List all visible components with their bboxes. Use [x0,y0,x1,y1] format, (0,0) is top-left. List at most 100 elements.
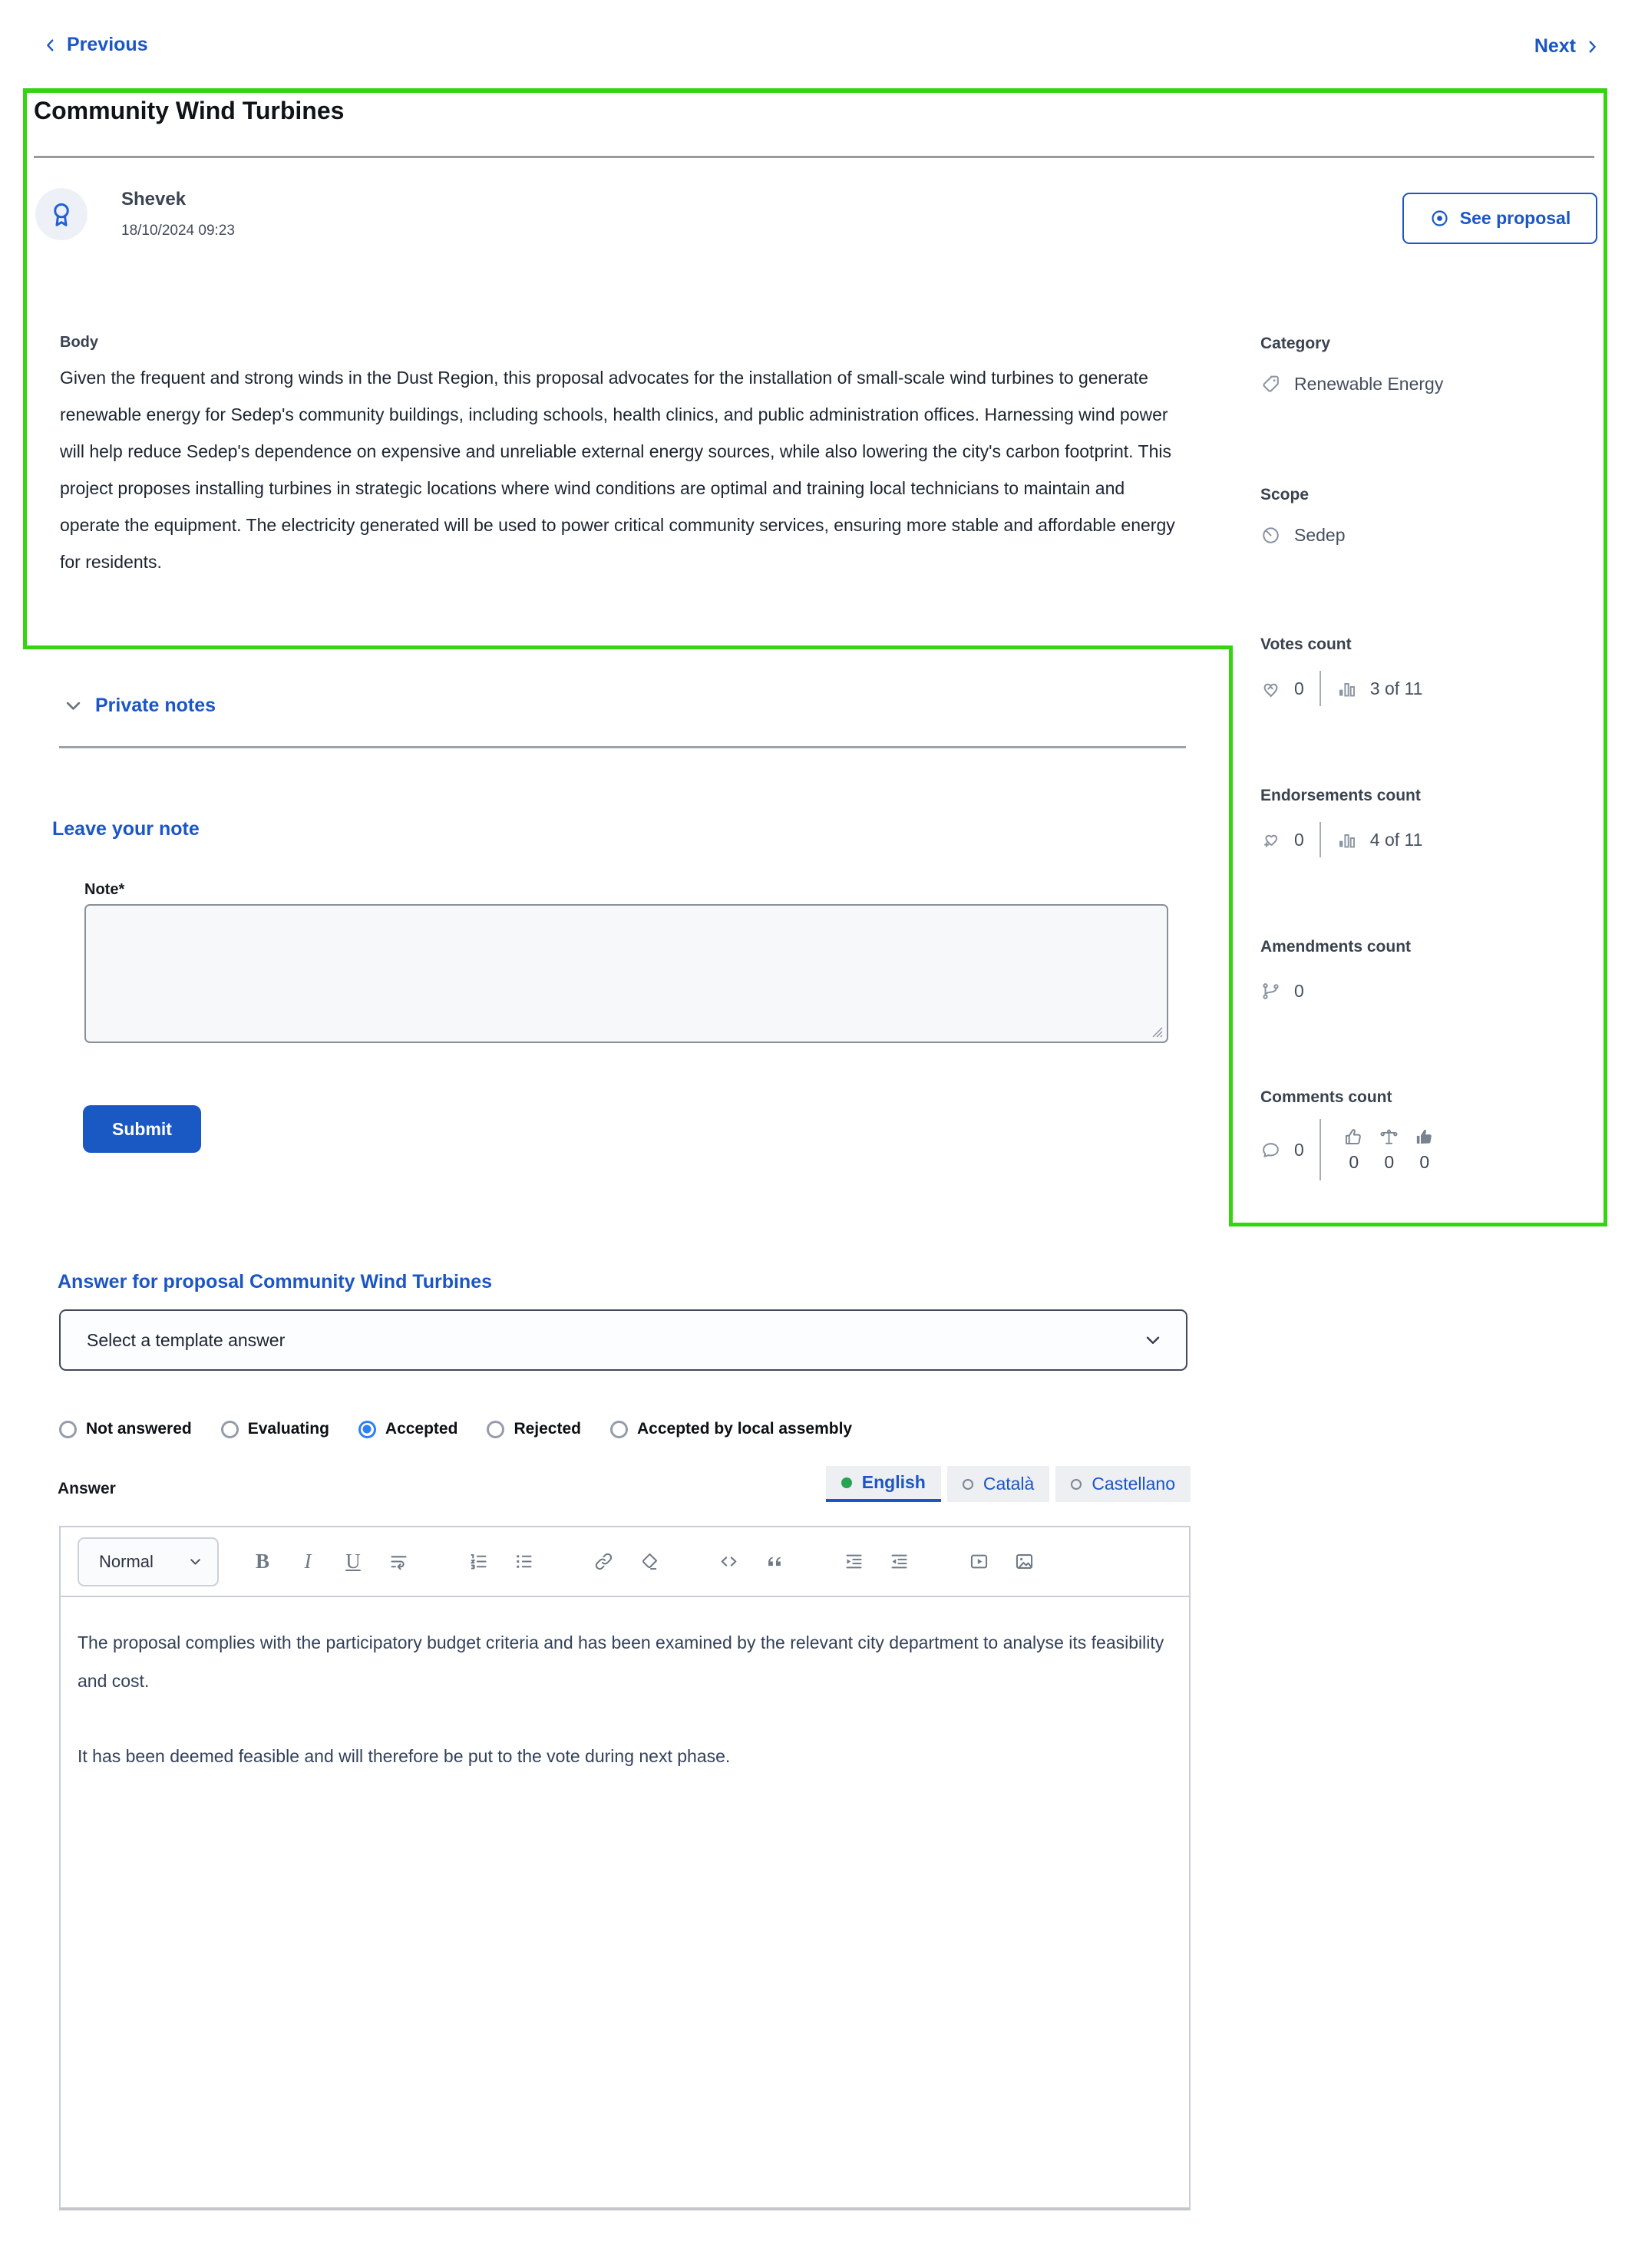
code-icon[interactable] [717,1550,740,1574]
scope-icon [1263,527,1279,543]
italic-icon[interactable]: I [296,1550,319,1574]
answer-field-label: Answer [58,1480,116,1497]
underline-icon[interactable]: U [342,1550,365,1574]
language-empty-dot [1071,1478,1082,1490]
radio-circle[interactable] [59,1420,77,1438]
comments-against-count: 0 [1419,1152,1430,1172]
comments-in-favor-stat: 0 [1336,1127,1372,1173]
header-divider [34,156,1594,158]
note-field-label: Note* [84,881,125,898]
ordered-list-icon[interactable] [467,1550,490,1574]
language-complete-dot [841,1477,852,1488]
body-label: Body [60,334,98,351]
comments-against-stat: 0 [1407,1127,1442,1173]
chevron-right-icon [1589,40,1596,53]
scope-value-row: Sedep [1260,525,1346,546]
radio-not-answered[interactable]: Not answered [59,1420,192,1438]
answer-paragraph: The proposal complies with the participa… [78,1632,1164,1691]
category-value: Renewable Energy [1294,374,1444,394]
unordered-list-icon[interactable] [512,1550,535,1574]
answer-editor-content[interactable]: The proposal complies with the participa… [59,1597,1191,2210]
next-label: Next [1534,35,1576,57]
format-clear-icon[interactable] [637,1550,660,1574]
chat-bubble-icon [1263,1142,1279,1157]
votes-count-label: Votes count [1260,636,1352,653]
author-name: Shevek [121,189,187,210]
answer-paragraph: It has been deemed feasible and will the… [78,1746,731,1766]
radio-accepted[interactable]: Accepted [358,1420,457,1438]
template-answer-select-value: Select a template answer [87,1329,286,1350]
bar-chart-icon [1339,682,1355,696]
divider [1319,822,1321,857]
endorsements-count-label: Endorsements count [1260,787,1421,804]
proposal-admin-page: Previous Next Community Wind Turbines Sh… [0,0,1625,2268]
radio-evaluating[interactable]: Evaluating [220,1420,329,1438]
endorsements-count: 0 [1294,829,1304,850]
amendments-count-row: 0 [1260,973,1304,1009]
see-proposal-button[interactable]: See proposal [1402,193,1597,244]
scope-label: Scope [1260,486,1310,503]
quote-icon[interactable] [762,1550,785,1574]
template-answer-select[interactable]: Select a template answer [59,1309,1187,1371]
submit-note-button[interactable]: Submit [83,1105,201,1153]
votes-ranking: 3 of 11 [1369,678,1423,698]
text-wrap-icon[interactable] [387,1550,410,1574]
scope-value: Sedep [1294,525,1346,545]
tab-english[interactable]: English [825,1466,941,1502]
previous-label: Previous [67,34,148,55]
answer-editor: Normal B I U The proposal complies with … [59,1526,1191,2210]
chevron-down-icon [66,702,81,710]
preview-icon [1432,210,1448,226]
private-notes-title: Private notes [95,695,216,716]
divider [1319,671,1321,706]
radio-circle[interactable] [487,1420,505,1438]
tab-catala[interactable]: Català [946,1466,1050,1502]
author-date: 18/10/2024 09:23 [121,223,235,239]
private-notes-divider [59,746,1186,748]
see-proposal-label: See proposal [1459,208,1571,228]
radio-circle[interactable] [609,1420,628,1438]
radio-circle-checked[interactable] [358,1420,376,1438]
indent-increase-icon[interactable] [842,1550,865,1574]
language-tabs: English Català Castellano [825,1466,1191,1502]
comments-neutral-count: 0 [1384,1152,1395,1172]
tag-icon [1263,375,1279,392]
format-select[interactable]: Normal [78,1537,219,1586]
bar-chart-icon [1339,834,1355,847]
editor-toolbar: Normal B I U [59,1526,1191,1597]
next-link[interactable]: Next [1534,35,1600,58]
tab-castellano[interactable]: Castellano [1055,1466,1191,1502]
link-icon[interactable] [592,1550,615,1574]
bold-icon[interactable]: B [251,1550,274,1574]
radio-circle[interactable] [220,1420,239,1438]
amendments-count: 0 [1294,980,1304,1001]
annotation-mid-vertical-line [1229,645,1233,1226]
leave-note-heading: Leave your note [52,818,200,840]
radio-accepted-by-local-assembly[interactable]: Accepted by local assembly [609,1420,852,1438]
thumb-up-outline-icon [1346,1129,1362,1145]
comments-count-row: 0 0 0 0 [1260,1119,1442,1180]
votes-count: 0 [1294,678,1304,698]
indent-decrease-icon[interactable] [887,1550,910,1574]
heart-plus-icon [1263,834,1278,847]
annotation-right-line [1604,88,1607,1226]
category-label: Category [1260,335,1331,352]
note-textarea[interactable] [84,904,1168,1043]
award-icon [54,203,69,226]
votes-count-row: 0 3 of 11 [1260,671,1422,706]
annotation-bottom-line [1229,1223,1607,1226]
annotation-left-line [23,88,27,649]
chevron-down-icon [1146,1336,1160,1344]
private-notes-toggle[interactable]: Private notes [63,695,216,717]
toolbar-icons: B I U [251,1550,1035,1574]
git-branch-icon [1263,982,1279,999]
heart-hands-icon [1263,683,1278,697]
language-empty-dot [962,1478,973,1490]
radio-rejected[interactable]: Rejected [487,1420,581,1438]
previous-link[interactable]: Previous [42,34,148,56]
video-icon[interactable] [967,1550,990,1574]
avatar [35,188,88,240]
image-icon[interactable] [1012,1550,1035,1574]
annotation-top-line [23,88,1607,93]
page-title: Community Wind Turbines [34,97,345,124]
